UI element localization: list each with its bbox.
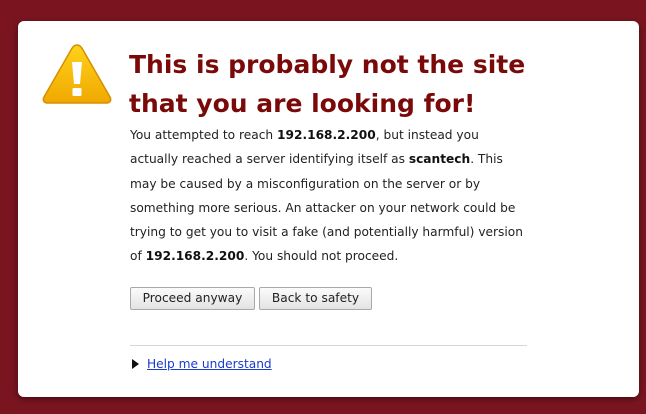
description-text-3: . This may be caused by a misconfigurati… (130, 152, 523, 264)
warning-icon (42, 44, 112, 104)
help-me-understand-link[interactable]: Help me understand (147, 357, 272, 371)
description-text-1: You attempted to reach (130, 128, 278, 142)
server-identity: scantech (408, 152, 471, 167)
requested-host-repeat: 192.168.2.200 (145, 249, 245, 264)
page-title: This is probably not the site that you a… (129, 45, 549, 123)
divider (130, 345, 527, 346)
disclosure-triangle-icon[interactable] (132, 359, 139, 369)
help-row: Help me understand (132, 356, 272, 372)
description-text-4: . You should not proceed. (244, 249, 399, 264)
requested-host: 192.168.2.200 (277, 128, 376, 142)
interstitial-card: This is probably not the site that you a… (18, 21, 639, 397)
proceed-anyway-button[interactable]: Proceed anyway (130, 287, 255, 310)
title-line-2: that you are looking for! (129, 89, 476, 118)
warning-description: You attempted to reach 192.168.2.200, bu… (130, 123, 528, 269)
back-to-safety-button[interactable]: Back to safety (259, 287, 372, 310)
title-line-1: This is probably not the site (129, 50, 526, 79)
